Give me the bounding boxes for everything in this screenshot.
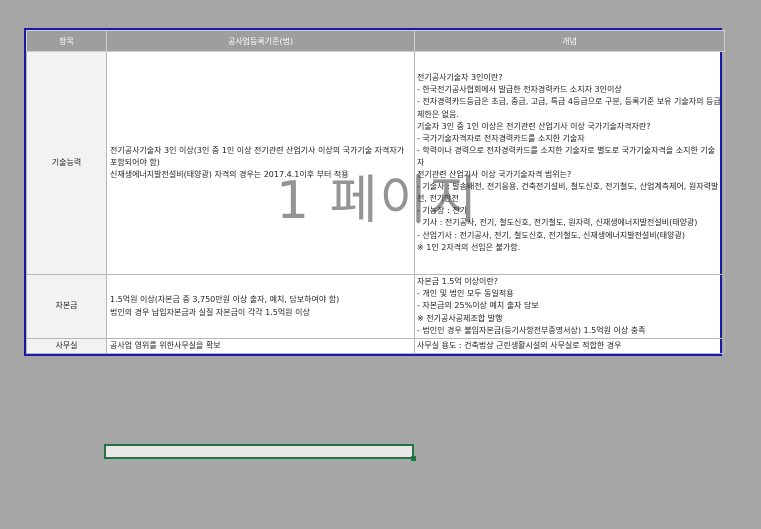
- table-row: 자본금 1.5억원 이상(자본금 중 3,750만원 이상 출자, 예치, 담보…: [26, 274, 725, 339]
- cell-description[interactable]: 전기공사기술자 3인이란? - 한국전기공사협회에서 발급한 전자경력카드 소지…: [414, 51, 725, 275]
- description-line: - 기능장 : 전기: [417, 206, 468, 216]
- cell-category[interactable]: 자본금: [26, 274, 107, 339]
- description-line: ※ 전기공사공제조합 발행: [417, 313, 503, 323]
- table-row: 기술능력 전기공사기술자 3인 이상(3인 중 1인 이상 전기관련 산업기사 …: [26, 51, 725, 275]
- description-line: ※ 1인 2자격의 선임은 불가함.: [417, 242, 521, 252]
- column-header-criteria[interactable]: 공사업등록기준(법): [106, 30, 415, 52]
- criteria-line: 신재생에너지발전설비(태양광) 자격의 경우는 2017.4.1이후 부터 적용: [110, 170, 349, 180]
- description-line: - 한국전기공사협회에서 발급한 전자경력카드 소지자 3인이상: [417, 85, 622, 95]
- criteria-line: 공사업 영위를 위한사무실을 확보: [110, 341, 221, 350]
- column-header-item[interactable]: 항목: [26, 30, 107, 52]
- cell-description[interactable]: 자본금 1.5억 이상이란? - 개인 및 법인 모두 동일적용 - 자본금의 …: [414, 274, 725, 339]
- cell-criteria[interactable]: 공사업 영위를 위한사무실을 확보: [106, 337, 415, 355]
- criteria-line: 1.5억원 이상(자본금 중 3,750만원 이상 출자, 예치, 담보하여야 …: [110, 295, 340, 305]
- cell-description[interactable]: 사무실 용도 : 건축법상 근린생활시설의 사무실로 적합한 경우: [414, 337, 725, 355]
- description-line: 기술자 3인 중 1인 이상은 전기관련 산업기사 이상 국가기술자격자란?: [417, 121, 651, 131]
- table-row: 사무실 공사업 영위를 위한사무실을 확보 사무실 용도 : 건축법상 근린생활…: [26, 337, 725, 355]
- description-line: - 기사 : 전기공사, 전기, 철도신호, 전기철도, 원자력, 신재생에너지…: [417, 218, 698, 228]
- column-header-concept[interactable]: 개념: [414, 30, 725, 52]
- description-line: - 산업기사 : 전기공사, 전기, 철도신호, 전기철도, 신재생에너지발전설…: [417, 230, 685, 240]
- description-line: - 자본금의 25%이상 예치 출자 담보: [417, 301, 539, 311]
- cell-category[interactable]: 기술능력: [26, 51, 107, 275]
- description-line: - 전자경력카드등급은 초급, 중급, 고급, 특급 4등급으로 구분, 등록기…: [417, 97, 721, 119]
- spreadsheet-table: 항목 공사업등록기준(법) 개념 기술능력 전기공사기술자 3인 이상(3인 중…: [24, 28, 725, 357]
- description-line: - 법인인 경우 불입자본금(등기사항전부증명서상) 1.5억원 이상 충족: [417, 325, 646, 335]
- description-line: 자본금 1.5억 이상이란?: [417, 277, 498, 287]
- description-line: - 기술사 : 발송배전, 전기응용, 건축전기설비, 철도신호, 전기철도, …: [417, 182, 719, 204]
- description-line: - 학력이나 경력으로 전자경력카드를 소지한 기술자로 별도로 국가기술자격을…: [417, 145, 716, 167]
- description-line: - 개인 및 법인 모두 동일적용: [417, 289, 514, 299]
- fill-handle[interactable]: [411, 456, 416, 461]
- description-line: - 국가기술자격자로 전자경력카드를 소지한 기술자: [417, 133, 585, 143]
- selected-cell[interactable]: [104, 444, 414, 459]
- cell-criteria[interactable]: 전기공사기술자 3인 이상(3인 중 1인 이상 전기관련 산업기사 이상의 국…: [106, 51, 415, 275]
- description-line: 전기관련 산업기사 이상 국가기술자격 범위는?: [417, 170, 572, 180]
- criteria-line: 법인의 경우 납입자본금과 실질 자본금이 각각 1.5억원 이상: [110, 307, 310, 317]
- description-line: 전기공사기술자 3인이란?: [417, 73, 503, 83]
- criteria-line: 전기공사기술자 3인 이상(3인 중 1인 이상 전기관련 산업기사 이상의 국…: [110, 145, 405, 167]
- header-row: 항목 공사업등록기준(법) 개념: [26, 30, 725, 52]
- cell-category[interactable]: 사무실: [26, 337, 107, 355]
- cell-criteria[interactable]: 1.5억원 이상(자본금 중 3,750만원 이상 출자, 예치, 담보하여야 …: [106, 274, 415, 339]
- description-line: 사무실 용도 : 건축법상 근린생활시설의 사무실로 적합한 경우: [417, 341, 622, 350]
